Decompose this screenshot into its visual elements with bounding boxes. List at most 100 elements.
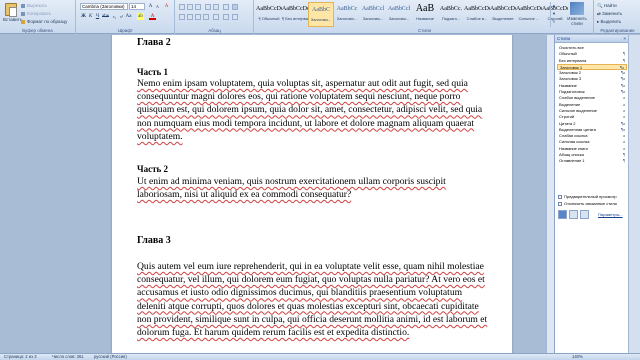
style-list-label: Очистить все [559,45,584,50]
strikethrough-button[interactable]: abe [102,13,109,20]
linked-styles-checkbox[interactable]: Отключить связанные стили [558,201,617,206]
copy-button[interactable]: Копировать [21,10,51,17]
style-list-label: Заголовок 2 [559,70,582,76]
page-indicator[interactable]: Страница: 2 из 3 [4,354,37,360]
font-group: Cambria (Заголовки) 14 A A A Ж К Ч abe x… [77,0,175,34]
styles-pane: Стили × Очистить все Обычный ¶ Без интервал… [554,35,628,353]
styles-pane-header: Стили × [555,35,628,43]
clipboard-group-label: Буфер обмена [22,28,53,33]
style-list-label: Обычный [559,51,577,57]
scissors-icon [21,3,25,8]
grow-font-button[interactable]: A [147,3,154,10]
brush-icon [21,19,25,24]
align-right-icon[interactable] [195,14,201,20]
checkbox-icon [558,201,562,206]
language-indicator[interactable]: русский (Россия) [94,354,127,360]
options-link[interactable]: Параметры... [598,212,623,217]
style-list-label: Сильная ссылка [559,139,590,145]
clear-format-button[interactable]: A [163,3,170,10]
chapter-2-heading[interactable]: Глава 2 [137,37,492,48]
style-list-label: Оглавление 1 [559,158,585,164]
paste-icon [5,3,17,17]
style-list-label: Цитата 2 [559,120,576,126]
font-color-button[interactable]: A [149,13,156,20]
chapter-3-paragraph[interactable]: Quis autem vel eum iure reprehenderit, q… [137,260,492,339]
borders-icon[interactable] [232,14,238,20]
replace-button[interactable]: ⇄ Заменить [597,10,622,18]
zoom-level[interactable]: 140% [572,354,583,360]
sort-icon[interactable] [223,4,229,10]
style-list-label: Заголовок 1 [560,64,583,70]
document-scrollbar[interactable] [546,35,554,353]
bold-button[interactable]: Ж [80,13,87,20]
styles-group: Стили [256,0,594,34]
close-icon[interactable]: × [623,35,626,43]
style-inspector-button[interactable] [569,210,578,219]
style-list-label: Абзац списка [559,152,584,158]
part-2-paragraph[interactable]: Ut enim ad minima veniam, quis nostrum e… [137,175,492,201]
manage-styles-button[interactable] [580,210,589,219]
part-1-paragraph[interactable]: Nemo enim ipsam voluptatem, quia volupta… [137,77,492,143]
decrease-indent-icon[interactable] [205,4,211,10]
style-list-label: Название книги [559,145,588,151]
document-area: Глава 2 Часть 1 Nemo enim ipsam voluptat… [0,35,554,353]
font-group-label: Шрифт [118,28,133,33]
shrink-font-button[interactable]: A [154,3,161,10]
find-button[interactable]: 🔍 Найти [597,2,617,10]
copy-icon [21,11,25,16]
multilevel-list-icon[interactable] [195,4,201,10]
style-list-label: Название [559,82,577,88]
superscript-button[interactable]: x² [118,13,125,20]
bullets-icon[interactable] [179,4,185,10]
paste-button[interactable]: Вставить [3,3,22,27]
document-page[interactable]: Глава 2 Часть 1 Nemo enim ipsam voluptat… [112,35,512,353]
part-2-heading[interactable]: Часть 2 [137,164,492,174]
style-list-item[interactable]: Оглавление 1 ¶ [557,158,627,164]
preview-checkbox[interactable]: Предварительный просмотр [558,194,617,199]
styles-pane-title: Стили [557,36,570,41]
cut-button[interactable]: Вырезать [21,2,47,9]
chapter-3-heading[interactable]: Глава 3 [137,235,492,246]
format-painter-button[interactable]: Формат по образцу [21,18,67,25]
style-list-label: Заголовок 3 [559,76,582,82]
align-center-icon[interactable] [187,14,193,20]
highlight-button[interactable]: ab [137,13,144,20]
status-bar: Страница: 2 из 3 Число слов: 361 русский… [0,353,640,360]
clipboard-group: Вставить Вырезать Копировать Формат по о… [0,0,76,34]
increase-indent-icon[interactable] [213,4,219,10]
checkbox-icon [558,194,562,199]
styles-group-label: Стили [418,28,431,33]
right-scrollbar[interactable] [628,35,640,353]
justify-icon[interactable] [203,14,209,20]
shading-icon[interactable] [223,14,229,20]
style-list-label: Сильное выделение [559,107,597,113]
style-list-label: Подзаголовок [559,89,585,95]
part-1-heading[interactable]: Часть 1 [137,67,492,77]
italic-button[interactable]: К [87,13,94,20]
style-list-label: Строгий [559,114,575,120]
styles-pane-buttons: Параметры... [558,210,628,219]
style-list-label: Выделенная цитата [559,126,596,132]
change-case-button[interactable]: Aa [125,13,132,20]
editing-group-label: Редактирование [600,28,635,33]
ribbon: Вставить Вырезать Копировать Формат по о… [0,0,640,34]
numbering-icon[interactable] [187,4,193,10]
align-left-icon[interactable] [179,14,185,20]
new-style-button[interactable] [558,210,567,219]
paragraph-group-label: Абзац [208,28,221,33]
style-list-label: Выделение [559,101,581,107]
style-list-label: Слабое выделение [559,95,595,101]
line-spacing-icon[interactable] [213,14,219,20]
style-list-label: Без интервала [559,57,587,63]
styles-list: Очистить все Обычный ¶ Без интервала ¶ Заголо… [557,45,627,165]
style-type-icon: ¶ [622,158,625,164]
font-size-select[interactable]: 14 [129,3,145,10]
select-button[interactable]: ▸ Выделить [597,18,621,26]
paragraph-group: Абзац [176,0,254,34]
show-marks-icon[interactable] [232,4,238,10]
subscript-button[interactable]: x₂ [111,13,118,20]
style-list-label: Слабая ссылка [559,133,588,139]
underline-button[interactable]: Ч [94,13,101,20]
font-family-select[interactable]: Cambria (Заголовки) [80,3,128,10]
word-count[interactable]: Число слов: 361 [52,354,84,360]
